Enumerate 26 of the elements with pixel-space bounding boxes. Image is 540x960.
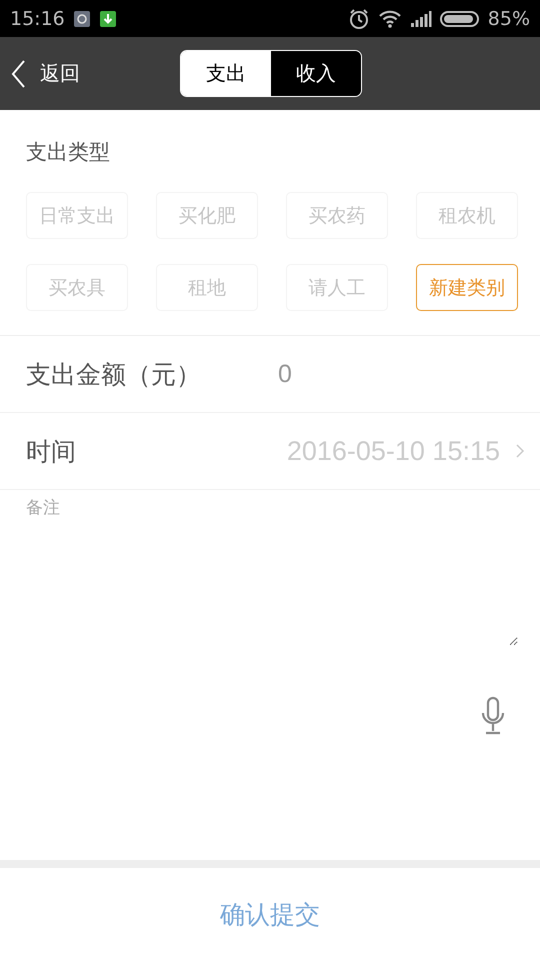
segment-tab[interactable]: 收入	[271, 51, 361, 96]
category-chip[interactable]: 租农机	[416, 192, 518, 239]
download-notification-icon	[98, 10, 117, 28]
category-chip[interactable]: 新建类别	[416, 264, 518, 311]
note-field[interactable]: 备注	[26, 496, 518, 646]
signal-icon	[410, 10, 432, 28]
clock-time: 15:16	[10, 8, 65, 30]
amount-label: 支出金额（元）	[26, 358, 202, 390]
time-label: 时间	[26, 436, 76, 468]
back-button[interactable]: 返回	[0, 58, 90, 88]
section-title: 支出类型	[26, 139, 111, 166]
microphone-icon[interactable]	[480, 696, 506, 736]
category-chip[interactable]: 请人工	[286, 264, 388, 311]
category-chip[interactable]: 买农具	[26, 264, 128, 311]
wifi-icon	[378, 8, 402, 28]
battery-percent: 85%	[488, 8, 530, 30]
back-chevron-icon	[10, 58, 26, 88]
segment-tab[interactable]: 支出	[181, 51, 271, 96]
category-chip[interactable]: 买农药	[286, 192, 388, 239]
category-chip[interactable]: 买化肥	[156, 192, 258, 239]
category-chip[interactable]: 租地	[156, 264, 258, 311]
battery-icon	[440, 10, 480, 28]
gallery-notification-icon	[72, 10, 91, 28]
alarm-icon	[348, 8, 370, 30]
chevron-right-icon	[514, 442, 526, 460]
category-chip[interactable]: 日常支出	[26, 192, 128, 239]
